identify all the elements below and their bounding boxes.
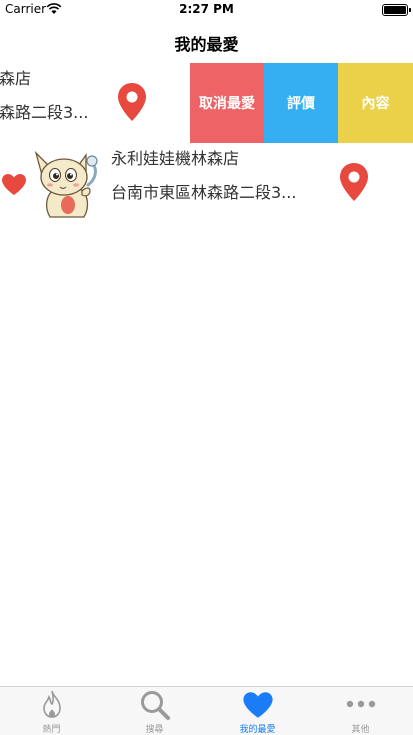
store-name: 永利娃娃機林森店 (111, 149, 240, 168)
store-name-fragment: 森店 (0, 69, 32, 88)
page-title: 我的最愛 (174, 35, 239, 54)
map-pin-icon[interactable] (117, 82, 147, 122)
detail-button[interactable]: 內容 (338, 63, 413, 143)
tab-bar: 熱門 搜尋 我的最愛 其他 (0, 686, 413, 735)
search-icon (140, 691, 170, 720)
flame-icon (42, 690, 61, 718)
navigation-bar: 我的最愛 (0, 20, 413, 63)
tab-search[interactable]: 搜尋 (103, 687, 206, 735)
map-pin-icon[interactable] (339, 162, 369, 202)
tab-label-other: 其他 (351, 725, 370, 735)
battery-icon (382, 4, 411, 16)
tab-label-favorites: 我的最愛 (239, 725, 276, 735)
heart-icon (242, 692, 273, 718)
review-button[interactable]: 評價 (264, 63, 338, 143)
more-icon (346, 700, 375, 708)
status-bar: Carrier 2:27 PM (0, 0, 413, 20)
clock: 2:27 PM (179, 2, 234, 16)
tab-label-search: 搜尋 (145, 725, 164, 735)
mascot-image (34, 150, 98, 218)
unfavorite-button[interactable]: 取消最愛 (190, 63, 264, 143)
store-address: 台南市東區林森路二段3... (111, 183, 297, 202)
favorite-row[interactable]: 永利娃娃機林森店 台南市東區林森路二段3... (0, 143, 413, 223)
swipe-actions: 取消最愛 評價 內容 (190, 63, 413, 143)
tab-label-hot: 熱門 (42, 725, 61, 735)
tab-other[interactable]: 其他 (309, 687, 412, 735)
store-address-fragment: 森路二段3... (0, 103, 89, 122)
tab-hot[interactable]: 熱門 (0, 687, 103, 735)
tab-favorites[interactable]: 我的最愛 (206, 687, 309, 735)
heart-icon[interactable] (1, 173, 27, 196)
